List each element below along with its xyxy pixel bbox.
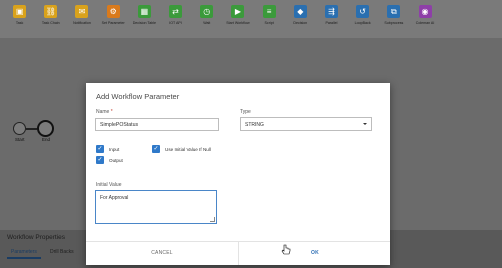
required-marker: * [110,109,113,115]
iot-api-icon: ⇄ [169,5,183,18]
toolbar-item-label: Start Workflow [226,21,250,25]
toolbar-item-notification[interactable]: ✉ Notification [66,0,97,38]
toolbar-item-decision-table[interactable]: ▦ Decision Table [129,0,160,38]
toolbar-item-label: IOT API [169,21,182,25]
name-field[interactable] [95,118,219,131]
output-checkbox[interactable]: ✓ [96,156,104,164]
type-select-value: STRING [245,122,264,128]
input-checkbox[interactable]: ✓ [96,145,104,153]
start-workflow-icon: ▶ [231,5,245,18]
decision-table-icon: ▦ [137,5,151,18]
toolbar-item-subprocess[interactable]: ⧉ Subprocess [378,0,409,38]
parallel-icon: ⇶ [324,5,338,18]
hand-cursor-icon [281,244,291,255]
toolbar-item-loopback[interactable]: ↺ LoopBack [347,0,378,38]
toolbar-item-decision[interactable]: ◆ Decision [285,0,316,38]
tab-parameters[interactable]: Parameters [11,249,37,255]
toolbar-item-task[interactable]: ▣ Task [4,0,35,38]
notification-icon: ✉ [75,5,89,18]
toolbar-item-iot-api[interactable]: ⇄ IOT API [160,0,191,38]
script-icon: ≡ [262,5,276,18]
output-checkbox-label: Output [109,158,123,163]
use-initial-value-checkbox[interactable]: ✓ [152,145,160,153]
toolbar-item-label: Task Chain [41,21,60,25]
toolbar-item-start-workflow[interactable]: ▶ Start Workflow [222,0,253,38]
toolbar-item-set-parameter[interactable]: ⚙ Set Parameter [98,0,129,38]
toolbar-item-label: Script [264,21,274,25]
workflow-properties-title: Workflow Properties [7,234,66,241]
coleman-ai-icon: ◉ [418,5,432,18]
ok-button[interactable]: OK [239,241,391,265]
toolbar-item-parallel[interactable]: ⇶ Parallel [316,0,347,38]
start-node-label: Start [15,137,25,142]
task-icon: ▣ [13,5,27,18]
set-parameter-icon: ⚙ [106,5,120,18]
dialog-title: Add Workflow Parameter [96,92,180,101]
wait-icon: ◷ [200,5,214,18]
decision-icon: ◆ [293,5,307,18]
type-select[interactable]: STRING [240,117,372,131]
toolbar-item-label: Decision Table [132,21,156,25]
cancel-button[interactable]: CANCEL [86,241,238,265]
toolbar-item-label: Set Parameter [101,21,125,25]
use-initial-value-label: Use Initial Value If Null [165,147,211,152]
toolbar-item-script[interactable]: ≡ Script [254,0,285,38]
loopback-icon: ↺ [356,5,370,18]
start-end-connector [26,128,37,130]
active-tab-indicator [7,257,41,259]
chevron-down-icon [363,123,367,125]
resize-handle-icon[interactable] [210,217,215,222]
toolbar-item-label: Task [15,21,24,25]
toolbar-item-label: Notification [73,21,91,25]
activity-toolbar: ▣ Task ⛓ Task Chain ✉ Notification ⚙ Set Parame… [0,0,502,38]
toolbar-item-coleman-ai[interactable]: ◉ Coleman AI [409,0,440,38]
toolbar-item-wait[interactable]: ◷ Wait [191,0,222,38]
name-label-text: Name [96,109,110,115]
toolbar-item-label: LoopBack [354,21,371,25]
toolbar-item-task-chain[interactable]: ⛓ Task Chain [35,0,66,38]
subprocess-icon: ⧉ [387,5,401,18]
toolbar-item-label: Subprocess [384,21,404,25]
end-node[interactable] [37,120,54,137]
end-node-label: End [42,137,51,142]
name-field-label: Name * [96,109,113,115]
toolbar-item-label: Parallel [325,21,338,25]
toolbar-item-label: Wait [203,21,211,25]
initial-value-label: Initial Value [96,182,122,188]
task-chain-icon: ⛓ [44,5,58,18]
toolbar-item-label: Coleman AI [415,21,435,25]
start-node[interactable] [13,122,26,135]
add-workflow-parameter-dialog: Add Workflow Parameter Name * Type STRIN… [86,83,390,265]
initial-value-textarea[interactable]: For Approval [95,190,217,224]
toolbar-item-label: Decision [293,21,308,25]
initial-value-text: For Approval [100,195,129,201]
type-field-label: Type [240,109,251,115]
input-checkbox-label: Input [109,147,120,152]
tab-drill-backs[interactable]: Drill Backs [50,249,74,255]
